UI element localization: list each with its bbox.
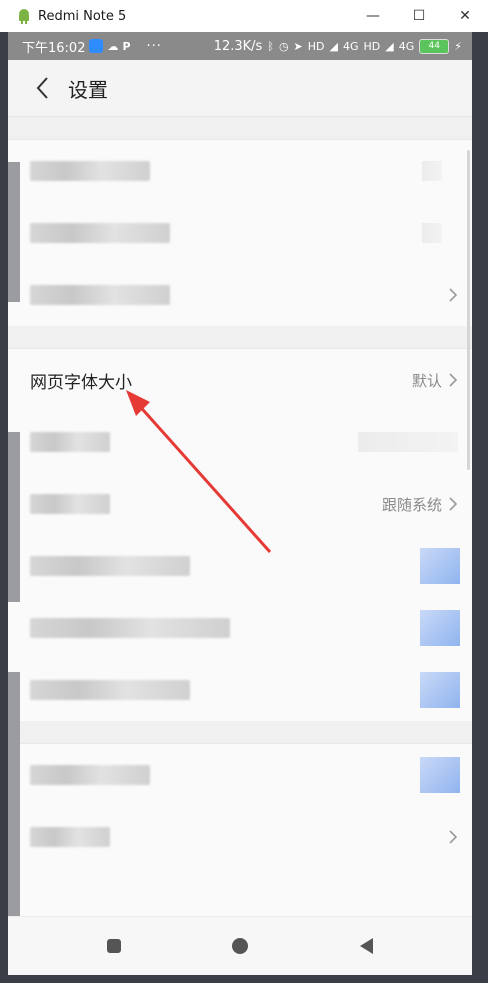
minimize-button[interactable]: — bbox=[350, 0, 396, 32]
back-nav-button[interactable] bbox=[346, 926, 386, 966]
blurred-label bbox=[30, 556, 190, 576]
window-title: Redmi Note 5 bbox=[38, 8, 127, 24]
chevron-right-icon bbox=[449, 497, 458, 511]
maximize-button[interactable]: ☐ bbox=[396, 0, 442, 32]
blurred-right-area bbox=[422, 223, 442, 243]
blurred-setting-row-1[interactable] bbox=[8, 140, 472, 202]
section-divider bbox=[8, 117, 472, 140]
blurred-label bbox=[30, 680, 190, 700]
recent-apps-button[interactable] bbox=[94, 926, 134, 966]
blurred-right-area bbox=[422, 161, 442, 181]
blurred-setting-row-4[interactable] bbox=[8, 411, 472, 473]
alarm-icon: ◷ bbox=[278, 39, 289, 53]
toggle-switch[interactable] bbox=[420, 757, 460, 793]
section-divider bbox=[8, 721, 472, 744]
signal-icon: ◢ bbox=[329, 39, 338, 53]
blurred-label bbox=[30, 827, 110, 847]
p-app-icon: P bbox=[122, 39, 131, 53]
overlay-strip bbox=[8, 432, 20, 602]
blurred-label bbox=[30, 161, 150, 181]
blurred-label bbox=[30, 765, 150, 785]
toggle-switch[interactable] bbox=[420, 672, 460, 708]
blurred-label bbox=[30, 285, 170, 305]
status-bar: 下午16:02 ☁ P ··· 12.3K/s ᛒ ◷ ➤ HD ◢ 4G HD… bbox=[8, 32, 472, 60]
page-title: 设置 bbox=[68, 77, 108, 102]
android-icon bbox=[19, 9, 29, 24]
blurred-label bbox=[30, 494, 110, 514]
blurred-setting-row-10[interactable] bbox=[8, 806, 472, 868]
toggle-switch[interactable] bbox=[420, 610, 460, 646]
section-divider bbox=[8, 326, 472, 349]
blurred-setting-row-2[interactable] bbox=[8, 202, 472, 264]
web-font-size-row[interactable]: 网页字体大小 默认 bbox=[8, 349, 472, 411]
network-speed: 12.3K/s bbox=[213, 38, 263, 54]
blurred-setting-row-5[interactable]: 跟随系统 bbox=[8, 473, 472, 535]
back-icon[interactable] bbox=[22, 68, 62, 108]
network-type-1: 4G bbox=[342, 39, 359, 53]
cloud-icon: ☁ bbox=[107, 39, 119, 53]
follow-system-value: 跟随系统 bbox=[381, 495, 442, 514]
blurred-label bbox=[30, 432, 110, 452]
hd-icon-2: HD bbox=[363, 39, 381, 53]
chevron-right-icon bbox=[449, 288, 458, 302]
phone-screen: 下午16:02 ☁ P ··· 12.3K/s ᛒ ◷ ➤ HD ◢ 4G HD… bbox=[8, 32, 472, 975]
blurred-label bbox=[30, 618, 230, 638]
signal-icon-2: ◢ bbox=[385, 39, 394, 53]
chevron-right-icon bbox=[449, 373, 458, 387]
blurred-right-area bbox=[358, 432, 458, 452]
overlay-strip bbox=[8, 672, 20, 932]
blurred-setting-row-9[interactable] bbox=[8, 744, 472, 806]
settings-list: 网页字体大小 默认 跟随系统 bbox=[8, 117, 472, 868]
bluetooth-icon: ᛒ bbox=[267, 39, 274, 53]
home-button[interactable] bbox=[220, 926, 260, 966]
scrollbar[interactable] bbox=[467, 150, 470, 470]
web-font-size-value: 默认 bbox=[411, 371, 442, 390]
web-font-size-label: 网页字体大小 bbox=[30, 372, 132, 393]
toggle-switch[interactable] bbox=[420, 548, 460, 584]
charging-icon: ⚡ bbox=[454, 39, 462, 53]
network-type-2: 4G bbox=[398, 39, 415, 53]
battery-icon: 44 bbox=[419, 38, 450, 54]
location-icon: ➤ bbox=[293, 39, 303, 53]
close-button[interactable]: ✕ bbox=[442, 0, 488, 32]
more-notifications-icon: ··· bbox=[146, 38, 162, 54]
notification-app-icon bbox=[89, 39, 104, 53]
app-bar: 设置 bbox=[8, 60, 472, 117]
blurred-setting-row-7[interactable] bbox=[8, 597, 472, 659]
emulator-title-bar: Redmi Note 5 — ☐ ✕ bbox=[0, 0, 488, 32]
android-nav-bar bbox=[8, 916, 472, 975]
chevron-right-icon bbox=[449, 830, 458, 844]
overlay-strip bbox=[8, 162, 20, 302]
blurred-setting-row-6[interactable] bbox=[8, 535, 472, 597]
blurred-setting-row-8[interactable] bbox=[8, 659, 472, 721]
blurred-label bbox=[30, 223, 170, 243]
status-time: 下午16:02 bbox=[22, 40, 86, 56]
blurred-setting-row-3[interactable] bbox=[8, 264, 472, 326]
hd-icon: HD bbox=[307, 39, 325, 53]
